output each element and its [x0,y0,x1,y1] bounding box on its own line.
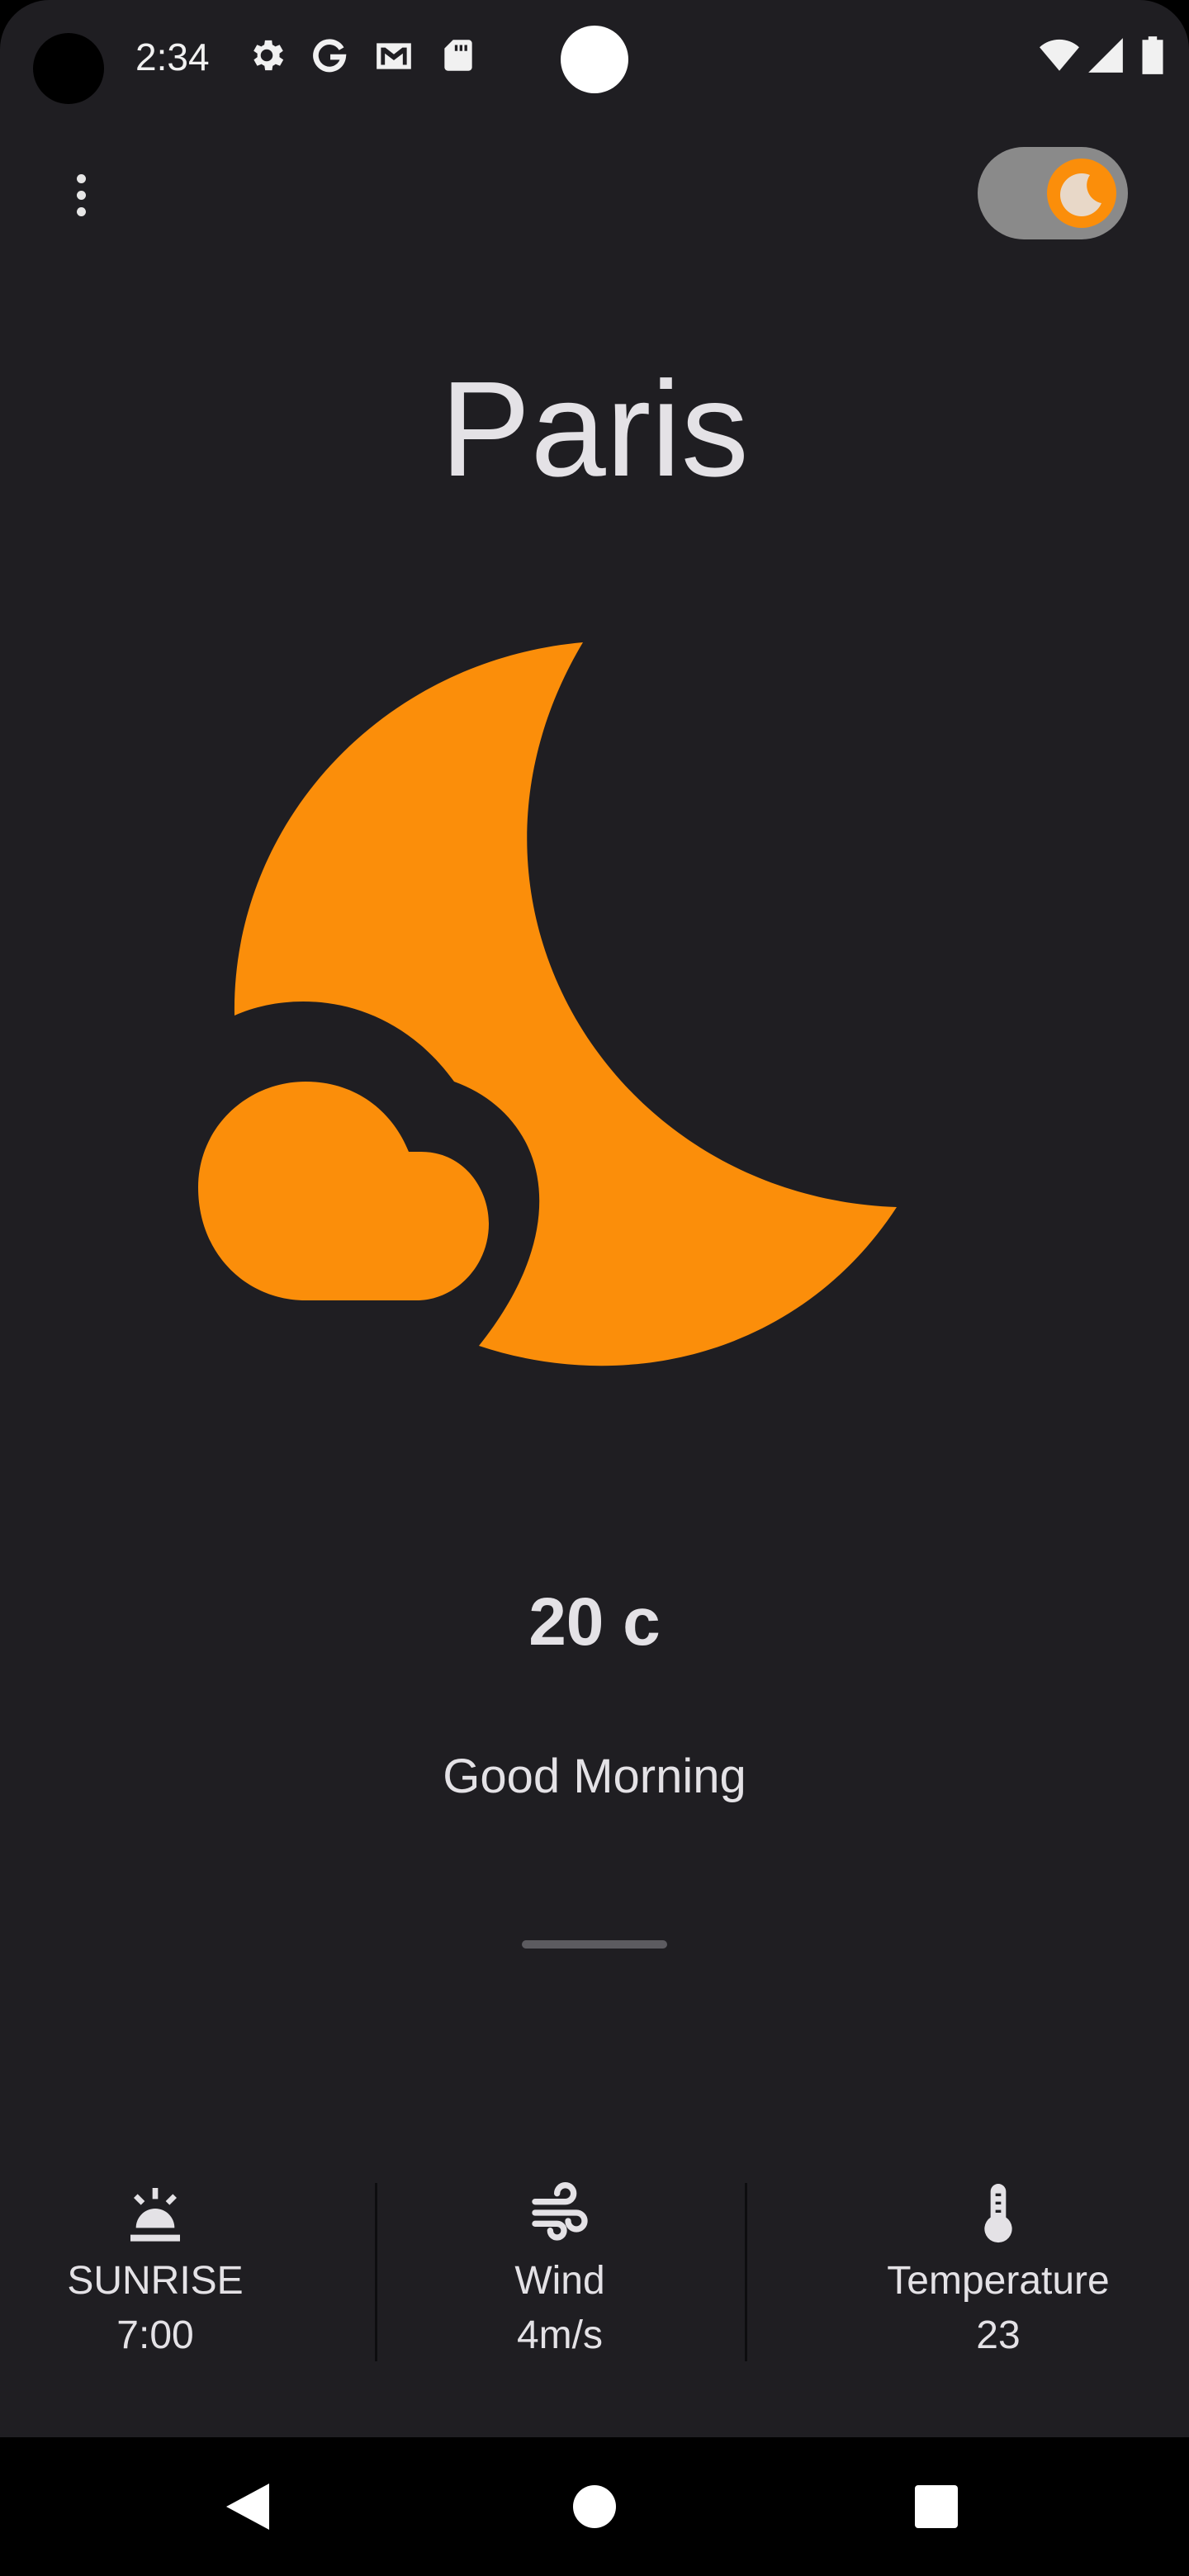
status-time: 2:34 [135,36,210,78]
camera-cutout [33,33,104,104]
google-icon [309,35,350,76]
temperature-value: 20 c [528,1584,661,1660]
temperature-detail: Temperature 23 [846,2180,1151,2359]
weather-details: SUNRISE 7:00 Wind 4m/s Temperature 23 [0,2180,1189,2361]
toggle-knob [1047,159,1116,228]
moon-cloud-icon [1060,173,1101,216]
system-navigation-bar [0,2437,1189,2576]
more-vert-icon [76,173,86,183]
wind-detail: Wind 4m/s [436,2180,684,2359]
sunrise-detail: SUNRISE 7:00 [33,2180,277,2359]
back-button[interactable] [182,2437,314,2576]
greeting-text: Good Morning [443,1750,746,1803]
thermometer-icon [965,2180,1031,2246]
sunrise-icon [122,2180,188,2246]
signal-icon [1085,35,1126,76]
more-options-button[interactable] [58,162,104,228]
status-dot [561,26,628,93]
bottom-sheet-handle[interactable] [522,1940,667,1949]
wind-icon [527,2180,593,2246]
wind-value: 4m/s [516,2313,603,2357]
gmail-icon [373,35,414,76]
sd-card-icon [438,35,479,76]
temperature-detail-value: 23 [976,2313,1021,2357]
settings-icon [246,35,287,76]
divider [375,2183,377,2361]
home-button[interactable] [528,2437,661,2576]
city-title: Paris [440,353,749,504]
divider [745,2183,747,2361]
home-circle-icon [573,2485,616,2528]
recents-square-icon [915,2485,958,2528]
temperature-label: Temperature [887,2259,1110,2303]
wifi-icon [1039,35,1080,76]
sunrise-value: 7:00 [116,2313,194,2357]
app-screen: 2:34 Paris 20 c Good Morning SUNRISE 7:0… [0,0,1189,2576]
sunrise-label: SUNRISE [67,2259,244,2303]
back-triangle-icon [226,2484,269,2530]
battery-icon [1138,35,1168,76]
wind-label: Wind [514,2259,605,2303]
theme-toggle[interactable] [978,147,1128,239]
moon-cloud-icon [182,627,941,1387]
recents-button[interactable] [870,2437,1002,2576]
